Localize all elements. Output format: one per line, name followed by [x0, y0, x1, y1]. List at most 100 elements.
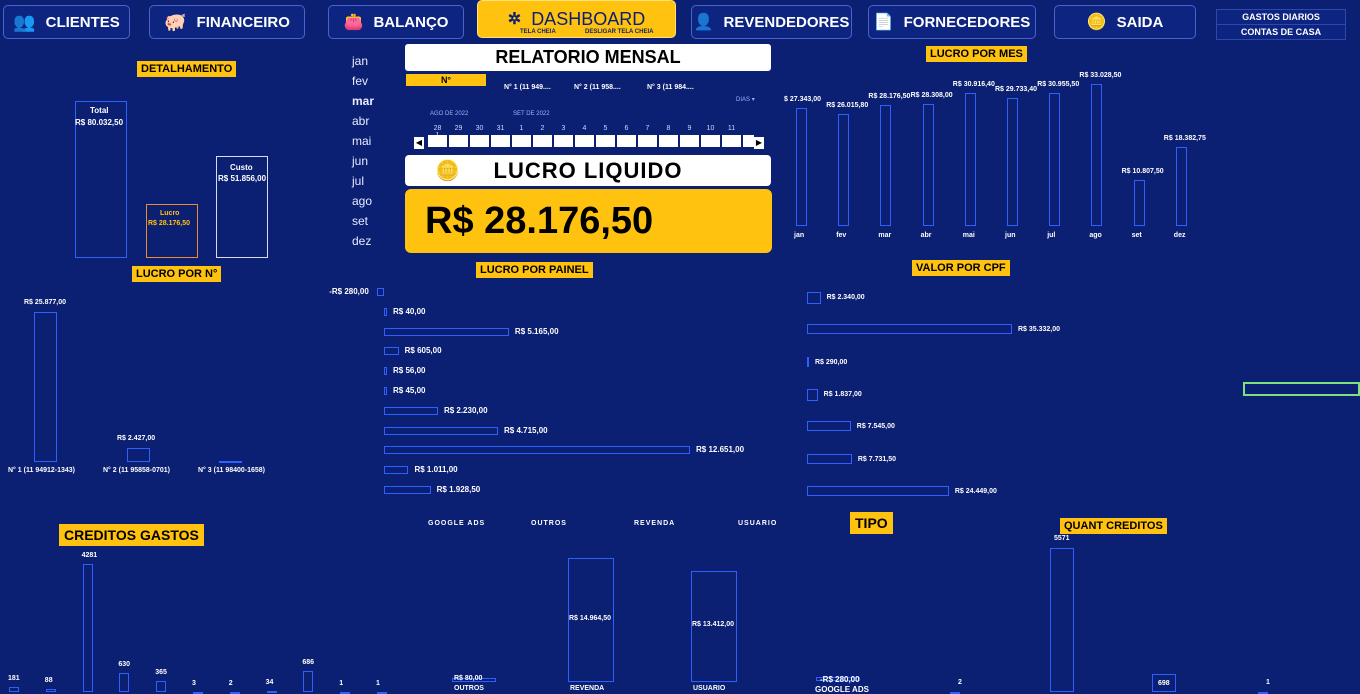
- tipo-category: GOOGLE ADS: [815, 685, 869, 694]
- painel-category-name: USUARIO: [693, 685, 726, 692]
- painel-bar: [384, 486, 431, 494]
- detalhamento-custo-value: R$ 51.856,00: [218, 174, 267, 183]
- timeline-day-cell[interactable]: [491, 135, 510, 147]
- lucro-por-n-title: LUCRO POR N°: [132, 266, 222, 282]
- painel-category-header: GOOGLE ADS: [428, 520, 486, 527]
- lucro-n-value: R$ 25.877,00: [24, 299, 67, 306]
- nav-dashboard-button[interactable]: ✲ DASHBOARD TELA CHEIA DESLIGAR TELA CHE…: [477, 0, 676, 38]
- timeline-day[interactable]: 30: [469, 125, 490, 132]
- timeline-day-cell[interactable]: [554, 135, 573, 147]
- cpf-value: R$ 24.449,00: [954, 487, 997, 495]
- lucro-n-bar: [219, 461, 242, 463]
- quant-creditos-title: QUANT CREDITOS: [1060, 518, 1167, 534]
- painel-value: R$ 4.715,00: [504, 425, 548, 435]
- nav-revendedores-button[interactable]: 👤 REVENDEDORES: [691, 5, 852, 39]
- timeline-day[interactable]: 28: [427, 125, 448, 132]
- dias-dropdown[interactable]: DIAS ▾: [736, 96, 755, 103]
- fullscreen-off-link[interactable]: DESLIGAR TELA CHEIA: [585, 29, 653, 35]
- cpf-value: R$ 7.545,00: [856, 423, 895, 431]
- month-jan[interactable]: jan: [352, 54, 368, 68]
- timeline-day[interactable]: 5: [595, 125, 616, 132]
- timeline-day-cell[interactable]: [638, 135, 657, 147]
- painel-category-value: R$ 80,00: [454, 675, 483, 682]
- timeline-day-cell[interactable]: [701, 135, 720, 147]
- painel-bar: [384, 426, 499, 435]
- n-slicer-item-1[interactable]: N° 1 (11 949....: [504, 84, 551, 91]
- nav-clientes-button[interactable]: 👥 CLIENTES: [3, 5, 130, 39]
- timeline-day[interactable]: 11: [721, 125, 742, 132]
- timeline-day-cell[interactable]: [512, 135, 531, 147]
- timeline-day[interactable]: 10: [700, 125, 721, 132]
- detalhamento-lucro-value: R$ 28.176,50: [148, 220, 191, 227]
- month-dez[interactable]: dez: [352, 234, 371, 248]
- timeline-day-cell[interactable]: [680, 135, 699, 147]
- painel-value: R$ 12.651,00: [696, 445, 745, 455]
- lucro-por-painel-title: LUCRO POR PAINEL: [476, 262, 593, 278]
- lucro-n-category: N° 1 (11 94912-1343): [8, 467, 76, 474]
- timeline-scrollbar[interactable]: ◀ ▶: [414, 135, 767, 149]
- month-jun[interactable]: jun: [352, 154, 368, 168]
- lucro-n-value: R$ 2.427,00: [117, 434, 156, 442]
- month-set[interactable]: set: [352, 214, 368, 228]
- detalhamento-lucro-label: Lucro: [160, 210, 180, 217]
- timeline-day-cell[interactable]: [428, 135, 447, 147]
- creditos-value: 181: [8, 674, 20, 682]
- timeline-day[interactable]: 3: [553, 125, 574, 132]
- month-fev[interactable]: fev: [352, 74, 368, 88]
- month-mar[interactable]: mar: [352, 94, 374, 108]
- timeline-day[interactable]: 7: [637, 125, 658, 132]
- cpf-bar: [807, 324, 1012, 335]
- month-abr[interactable]: abr: [352, 114, 369, 128]
- painel-bar: [384, 347, 399, 356]
- piggy-bank-icon: 🐖: [164, 11, 187, 32]
- n-slicer-item-3[interactable]: N° 3 (11 984....: [647, 84, 694, 91]
- timeline-day[interactable]: 6: [616, 125, 637, 132]
- lucro-mes-bar: [838, 114, 850, 226]
- timeline-day[interactable]: 4: [574, 125, 595, 132]
- painel-category-header: OUTROS: [531, 520, 567, 527]
- timeline-day-cell[interactable]: [722, 135, 741, 147]
- cpf-value: R$ 35.332,00: [1018, 326, 1061, 334]
- users-icon: 👥: [13, 11, 36, 32]
- timeline-day[interactable]: 8: [658, 125, 679, 132]
- lucro-n-category: N° 2 (11 95858-0701): [103, 467, 171, 474]
- creditos-value: 1: [376, 679, 380, 687]
- fullscreen-on-link[interactable]: TELA CHEIA: [520, 29, 556, 35]
- contas-de-casa-button[interactable]: CONTAS DE CASA: [1216, 24, 1346, 40]
- timeline-day-cell[interactable]: [470, 135, 489, 147]
- painel-value: R$ 56,00: [393, 366, 426, 376]
- month-mai[interactable]: mai: [352, 134, 371, 148]
- lucro-mes-bar: [964, 93, 976, 226]
- chevron-right-icon[interactable]: ▶: [754, 137, 764, 149]
- lucro-mes-value: R$ 18.382,75: [1163, 134, 1206, 142]
- timeline-day[interactable]: 2: [532, 125, 553, 132]
- selected-cell[interactable]: [1243, 382, 1360, 396]
- timeline-day-cell[interactable]: [575, 135, 594, 147]
- person-icon: 👤: [693, 14, 714, 31]
- lucro-mes-value: R$ 26.015,80: [826, 102, 869, 110]
- painel-bar: [384, 387, 387, 395]
- month-ago[interactable]: ago: [352, 194, 372, 208]
- timeline-day[interactable]: 1: [511, 125, 532, 132]
- timeline-day-cell[interactable]: [533, 135, 552, 147]
- timeline-day-cell[interactable]: [659, 135, 678, 147]
- painel-value: R$ 2.230,00: [443, 405, 488, 415]
- timeline-day[interactable]: 31: [490, 125, 511, 132]
- timeline-day-cell[interactable]: [743, 135, 754, 147]
- nav-balanco-button[interactable]: 👛 BALANÇO: [328, 5, 464, 39]
- n-slicer-item-2[interactable]: N° 2 (11 958....: [574, 84, 621, 91]
- timeline-day[interactable]: 9: [679, 125, 700, 132]
- gastos-diarios-button[interactable]: GASTOS DIARIOS: [1216, 9, 1346, 25]
- lucro-mes-month: abr: [920, 232, 932, 239]
- timeline-day[interactable]: 29: [448, 125, 469, 132]
- chevron-left-icon[interactable]: ◀: [414, 137, 424, 149]
- nav-financeiro-button[interactable]: 🐖 FINANCEIRO: [149, 5, 305, 39]
- month-jul[interactable]: jul: [352, 174, 364, 188]
- timeline-day-cell[interactable]: [596, 135, 615, 147]
- nav-fornecedores-button[interactable]: 📄 FORNECEDORES: [868, 5, 1036, 39]
- timeline-day-cell[interactable]: [617, 135, 636, 147]
- painel-category-header: USUARIO: [738, 520, 778, 527]
- timeline-day-cell[interactable]: [449, 135, 468, 147]
- nav-saida-button[interactable]: 🪙 SAIDA: [1054, 5, 1196, 39]
- creditos-gastos-title: CREDITOS GASTOS: [59, 524, 204, 546]
